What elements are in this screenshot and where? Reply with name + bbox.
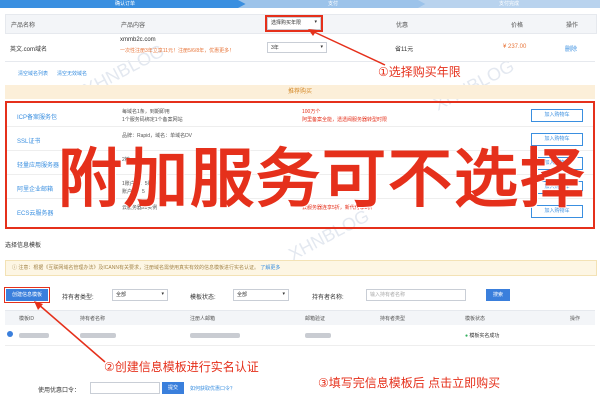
years-value: 3年 xyxy=(271,45,279,51)
addon-detail: 每域名1条，到期即用 xyxy=(122,109,170,115)
template-section-title: 选择信息模板 xyxy=(5,243,42,249)
addon-offer: 100万个 xyxy=(302,109,321,115)
owner-name-placeholder: 输入持有者名称 xyxy=(370,292,406,298)
clear-domain-list-link[interactable]: 清空域名列表 xyxy=(18,70,48,77)
discount-value: 省11元 xyxy=(395,47,414,53)
delete-link[interactable]: 删除 xyxy=(565,44,577,53)
addon-header: 推荐购买 xyxy=(5,85,595,99)
addon-name: SSL证书 xyxy=(17,139,41,145)
product-name: 英文.com域名 xyxy=(10,47,48,53)
coupon-help-link[interactable]: 如何获取优惠口令？ xyxy=(190,385,235,392)
owner-name-label: 持有者名称: xyxy=(312,295,344,301)
callout-create-template: ②创建信息模板进行实名认证 xyxy=(104,360,259,374)
promo-text: 一次性注册3年立享11元！注册5/6/8年，优惠更多！ xyxy=(120,48,235,54)
check-circle-icon: ● xyxy=(465,333,469,339)
checkout-steps: 确认订单 支付 支付完成 xyxy=(0,0,600,8)
domain-name: xmmb2c.com xyxy=(120,37,156,43)
price-value: ¥ 237.00 xyxy=(503,44,527,50)
notice-text: 注意：根据《互联网域名管理办法》及ICANN有关要求，注册域名需使用真实有效的信… xyxy=(18,265,259,271)
template-status-text: 模板实名成功 xyxy=(469,333,500,339)
col-operation: 操作 xyxy=(570,316,581,322)
owner-name-input[interactable]: 输入持有者名称 xyxy=(366,289,466,301)
addon-offer: 阿里备案全能，透透阀服务器转型时限 xyxy=(302,117,388,123)
step-confirm-order: 确认订单 xyxy=(0,0,250,8)
template-status-value: 全部 xyxy=(237,292,248,298)
col-owner-type: 持有者类型 xyxy=(380,316,406,322)
template-status: ● 模板实名成功 xyxy=(465,332,499,339)
owner-type-select[interactable]: 全部 ▾ xyxy=(112,289,168,301)
template-status-label: 模板状态: xyxy=(190,295,216,301)
realname-notice: ⓘ 注意：根据《互联网域名管理办法》及ICANN有关要求，注册域名需使用真实有效… xyxy=(5,260,597,276)
step-payment-complete: 支付完成 xyxy=(418,0,600,8)
radio-selected-icon[interactable] xyxy=(7,331,13,337)
col-discount: 优惠 xyxy=(396,23,409,29)
col-product-content: 产品内容 xyxy=(121,23,146,29)
arrow-icon xyxy=(34,301,106,363)
addon-name: ICP备案服务包 xyxy=(17,115,58,121)
addon-detail: 1个服务码绑定1个备案网站 xyxy=(122,117,183,123)
callout-buy-now: ③填写完信息模板后 点击立即购买 xyxy=(318,376,501,390)
addon-name: 轻量应用服务器 xyxy=(17,163,60,169)
arrow-icon xyxy=(308,29,386,66)
owner-type-value: 全部 xyxy=(116,292,127,298)
col-template-status: 模板状态 xyxy=(465,316,486,322)
addon-name: 阿里企业邮箱 xyxy=(17,187,54,193)
search-button[interactable]: 搜索 xyxy=(486,289,510,301)
template-status-select[interactable]: 全部 ▾ xyxy=(233,289,289,301)
chevron-down-icon: ▾ xyxy=(282,291,285,297)
redacted-field xyxy=(190,333,240,338)
coupon-label: 使用优惠口令： xyxy=(38,388,81,394)
col-email-verify: 邮箱验证 xyxy=(305,316,326,322)
learn-more-link[interactable]: 了解更多 xyxy=(260,265,280,271)
addon-name: ECS云服务器 xyxy=(17,211,54,217)
redacted-field xyxy=(305,333,331,338)
chevron-down-icon: ▾ xyxy=(161,291,164,297)
addon-row: ICP备案服务包 每域名1条，到期即用 1个服务码绑定1个备案网站 100万个 … xyxy=(7,104,593,127)
step-payment: 支付 xyxy=(238,0,428,8)
info-icon: ⓘ xyxy=(12,265,18,271)
col-product-name: 产品名称 xyxy=(11,23,36,29)
col-action: 操作 xyxy=(566,23,579,29)
coupon-input[interactable] xyxy=(90,382,160,394)
clear-invalid-domain-link[interactable]: 清空无效域名 xyxy=(57,70,87,77)
callout-select-years: ①选择购买年限 xyxy=(378,65,461,79)
optional-addon-overlay-text: 附加服务可不选择 xyxy=(58,143,586,215)
col-registrant-email: 注册人邮箱 xyxy=(190,316,216,322)
col-price: 价格 xyxy=(511,23,524,29)
coupon-submit-button[interactable]: 提交 xyxy=(162,382,184,394)
add-to-cart-button[interactable]: 加入购物车 xyxy=(531,109,583,122)
